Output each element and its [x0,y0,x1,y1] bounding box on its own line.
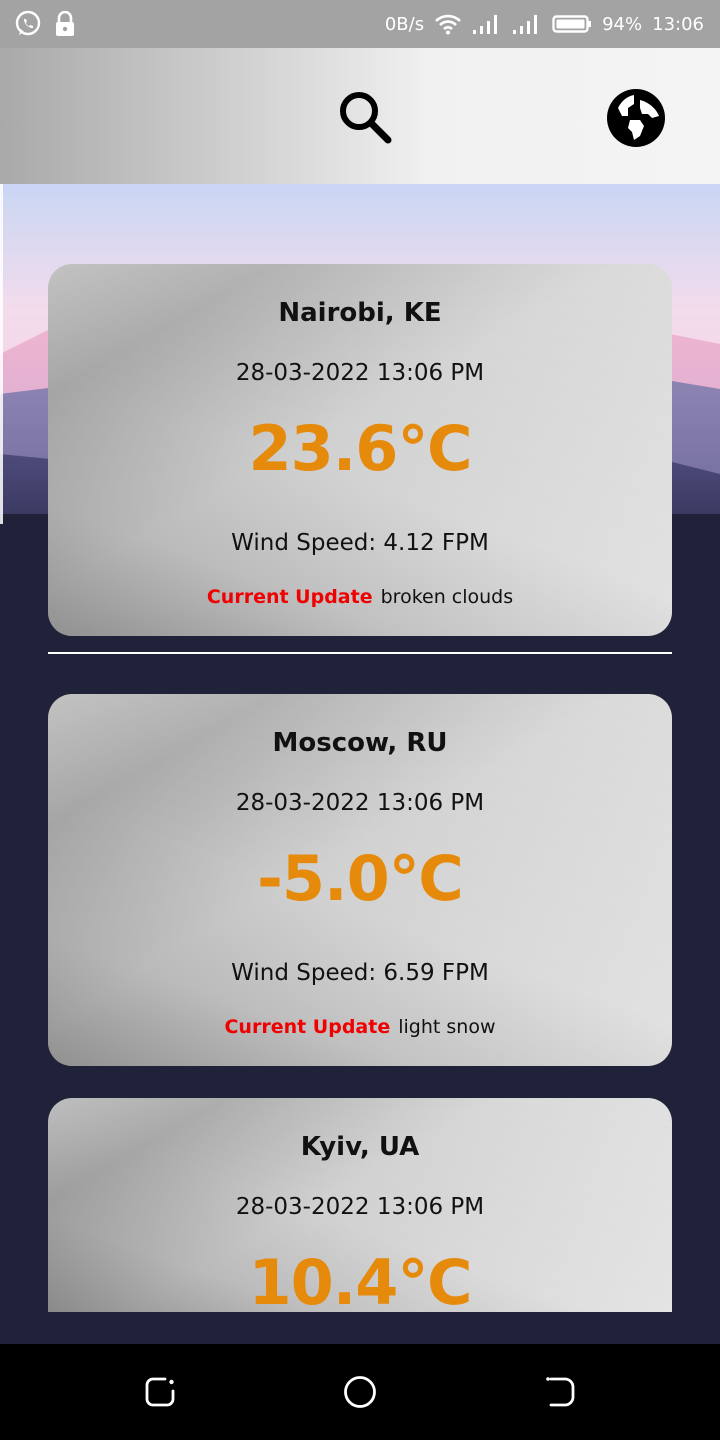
wind-speed: Wind Speed: 6.59 FPM [231,960,489,986]
lock-icon [54,11,76,37]
signal-icon-2 [512,13,542,35]
status-left [14,10,76,38]
temperature: 23.6℃ [248,412,472,485]
signal-icon-1 [472,13,502,35]
app-bar [0,48,720,184]
weather-card-nairobi[interactable]: Nairobi, KE 28-03-2022 13:06 PM 23.6℃ Wi… [48,264,672,636]
current-update-label: Current Update [206,586,373,608]
status-bar: 0B/s 94% 13:06 [0,0,720,48]
current-update: Current Update light snow [48,1016,672,1038]
home-icon [344,1376,376,1408]
globe-button[interactable] [604,86,668,150]
current-update: Current Update broken clouds [48,586,672,608]
recent-apps-icon [145,1377,175,1407]
wind-speed: Wind Speed: 4.12 FPM [231,530,489,556]
city-name: Nairobi, KE [278,298,442,328]
battery-icon [552,14,592,34]
back-button[interactable] [540,1372,580,1412]
scroll-edge [0,184,3,524]
search-icon [340,92,392,144]
temperature: 10.4℃ [248,1246,472,1312]
weather-card-moscow[interactable]: Moscow, RU 28-03-2022 13:06 PM -5.0℃ Win… [48,694,672,1066]
datetime: 28-03-2022 13:06 PM [235,1194,485,1220]
back-icon [546,1377,575,1407]
home-button[interactable] [340,1372,380,1412]
current-update-text: light snow [398,1016,496,1038]
wifi-icon [434,13,462,35]
temperature: -5.0℃ [257,842,464,915]
network-speed: 0B/s [384,13,425,35]
city-name: Moscow, RU [272,728,448,758]
divider [48,652,672,654]
whatsapp-icon [14,10,42,38]
weather-card-kyiv[interactable]: Kyiv, UA 28-03-2022 13:06 PM 10.4℃ [48,1098,672,1312]
navigation-bar [0,1344,720,1440]
current-update-text: broken clouds [380,586,514,608]
city-name: Kyiv, UA [300,1132,420,1162]
recent-apps-button[interactable] [140,1372,180,1412]
current-update-label: Current Update [224,1016,391,1038]
status-right: 0B/s 94% 13:06 [385,13,704,35]
clock: 13:06 [652,13,704,35]
datetime: 28-03-2022 13:06 PM [235,790,485,816]
globe-icon [607,89,665,147]
battery-percent: 94% [602,13,643,35]
datetime: 28-03-2022 13:06 PM [235,360,485,386]
search-button[interactable] [336,88,394,146]
